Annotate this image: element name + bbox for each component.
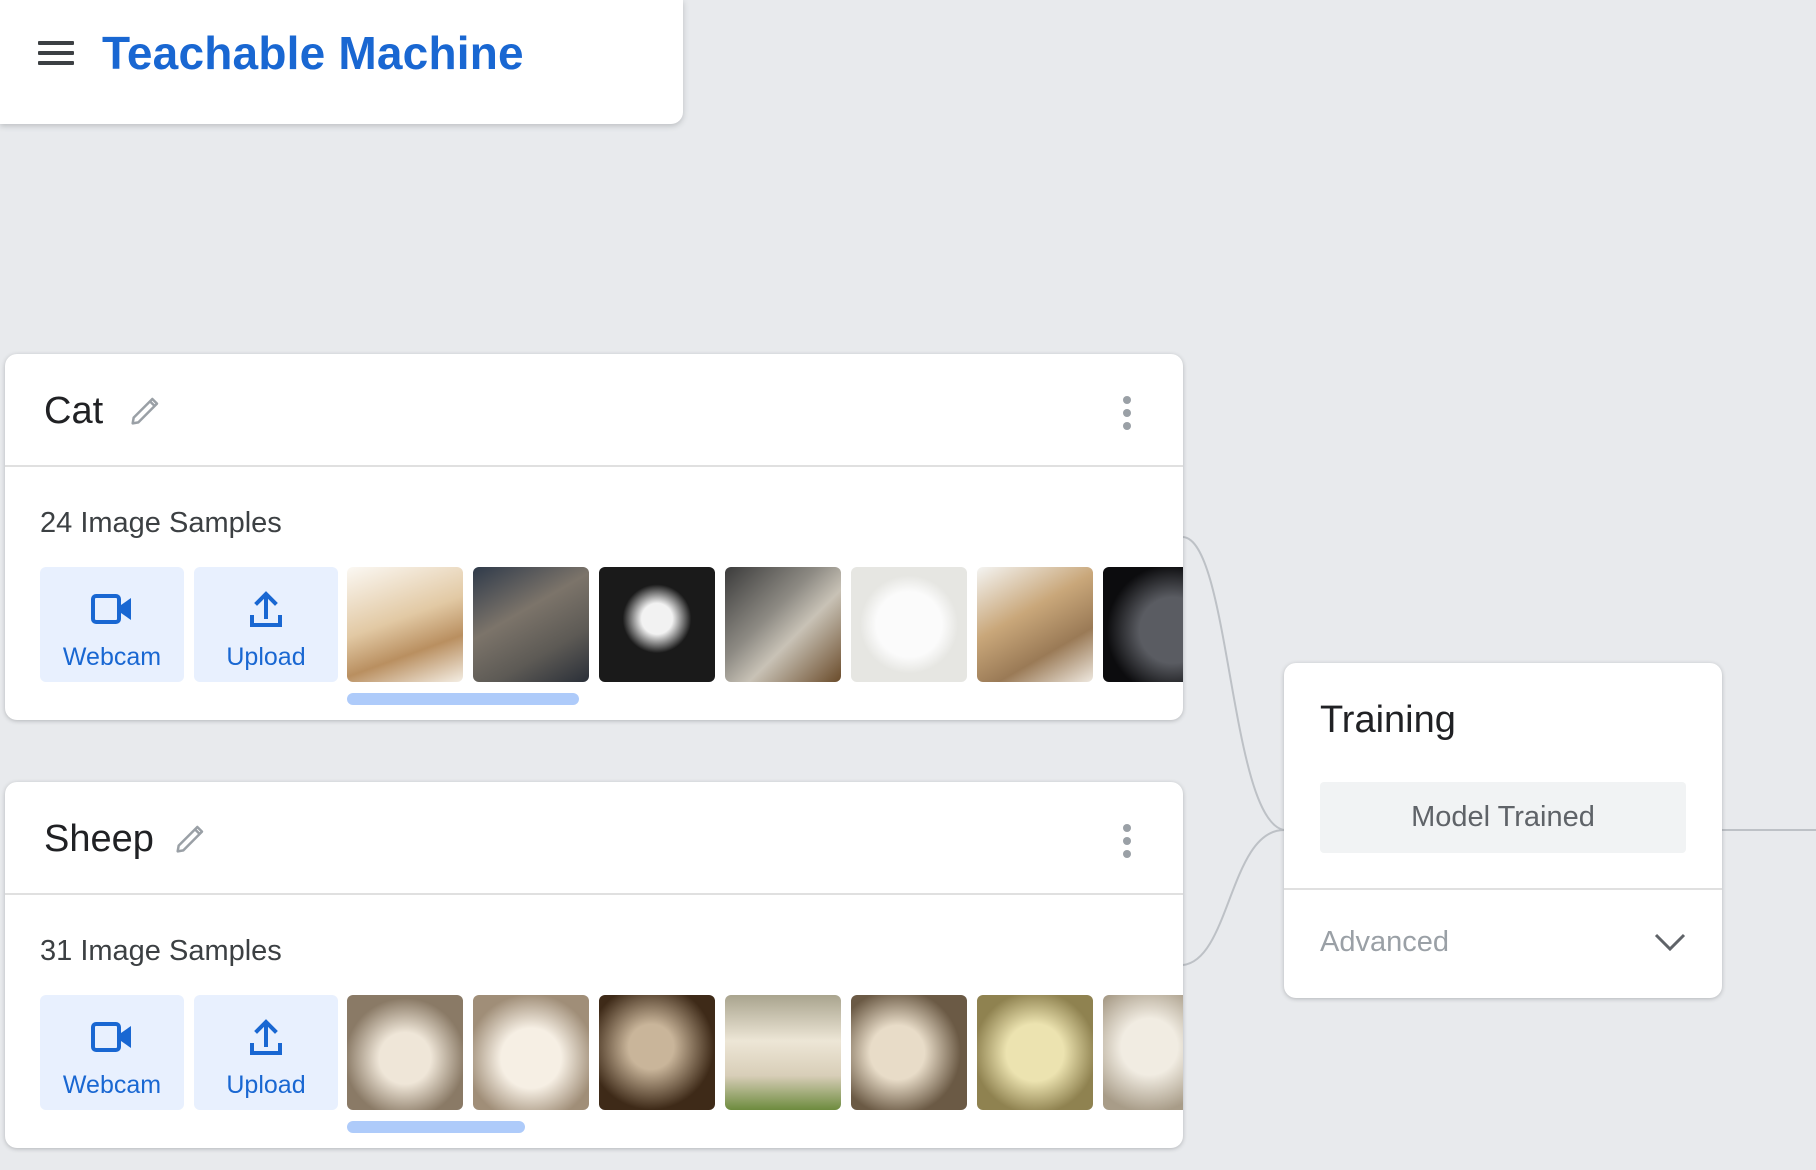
sheep-thumbnail[interactable] — [977, 995, 1093, 1110]
upload-label: Upload — [226, 1071, 306, 1099]
upload-icon — [250, 1019, 282, 1055]
sheep-thumbnail[interactable] — [851, 995, 967, 1110]
class-card-header: Cat — [5, 354, 1183, 467]
cat-thumbnail[interactable] — [599, 567, 715, 682]
webcam-button[interactable]: Webcam — [40, 995, 184, 1110]
pencil-icon[interactable] — [171, 818, 211, 858]
more-vert-icon[interactable] — [1121, 394, 1133, 430]
class-card-sheep: Sheep 31 Image Samples Webcam Upload — [5, 782, 1183, 1148]
chevron-down-icon — [1654, 933, 1686, 952]
thumbnail-scrollbar[interactable] — [347, 693, 579, 705]
sheep-thumbnail[interactable] — [1103, 995, 1183, 1110]
sheep-thumbnail[interactable] — [599, 995, 715, 1110]
sheep-thumbnail[interactable] — [473, 995, 589, 1110]
pencil-icon[interactable] — [126, 390, 166, 430]
videocam-icon — [91, 1022, 131, 1052]
cat-thumbnail[interactable] — [851, 567, 967, 682]
upload-button[interactable]: Upload — [194, 995, 338, 1110]
sample-thumbnails — [347, 567, 1183, 682]
class-name[interactable]: Cat — [44, 390, 103, 433]
upload-icon — [250, 591, 282, 627]
class-card-cat: Cat 24 Image Samples Webcam Upload — [5, 354, 1183, 720]
sample-thumbnails — [347, 995, 1183, 1110]
training-title: Training — [1320, 699, 1456, 741]
advanced-label: Advanced — [1320, 926, 1449, 958]
sample-count: 24 Image Samples — [40, 507, 282, 539]
train-model-button[interactable]: Model Trained — [1320, 782, 1686, 853]
thumbnail-scrollbar[interactable] — [347, 1121, 525, 1133]
training-card: Training Model Trained Advanced — [1284, 663, 1722, 998]
sheep-thumbnail[interactable] — [725, 995, 841, 1110]
cat-thumbnail[interactable] — [473, 567, 589, 682]
cat-thumbnail[interactable] — [977, 567, 1093, 682]
sheep-thumbnail[interactable] — [347, 995, 463, 1110]
sample-count: 31 Image Samples — [40, 935, 282, 967]
cat-thumbnail[interactable] — [725, 567, 841, 682]
cat-thumbnail[interactable] — [1103, 567, 1183, 682]
class-name[interactable]: Sheep — [44, 818, 154, 861]
upload-label: Upload — [226, 643, 306, 671]
class-card-header: Sheep — [5, 782, 1183, 895]
webcam-label: Webcam — [62, 643, 162, 671]
videocam-icon — [91, 594, 131, 624]
cat-thumbnail[interactable] — [347, 567, 463, 682]
advanced-toggle[interactable]: Advanced — [1284, 890, 1722, 998]
webcam-label: Webcam — [62, 1071, 162, 1099]
more-vert-icon[interactable] — [1121, 822, 1133, 858]
upload-button[interactable]: Upload — [194, 567, 338, 682]
webcam-button[interactable]: Webcam — [40, 567, 184, 682]
